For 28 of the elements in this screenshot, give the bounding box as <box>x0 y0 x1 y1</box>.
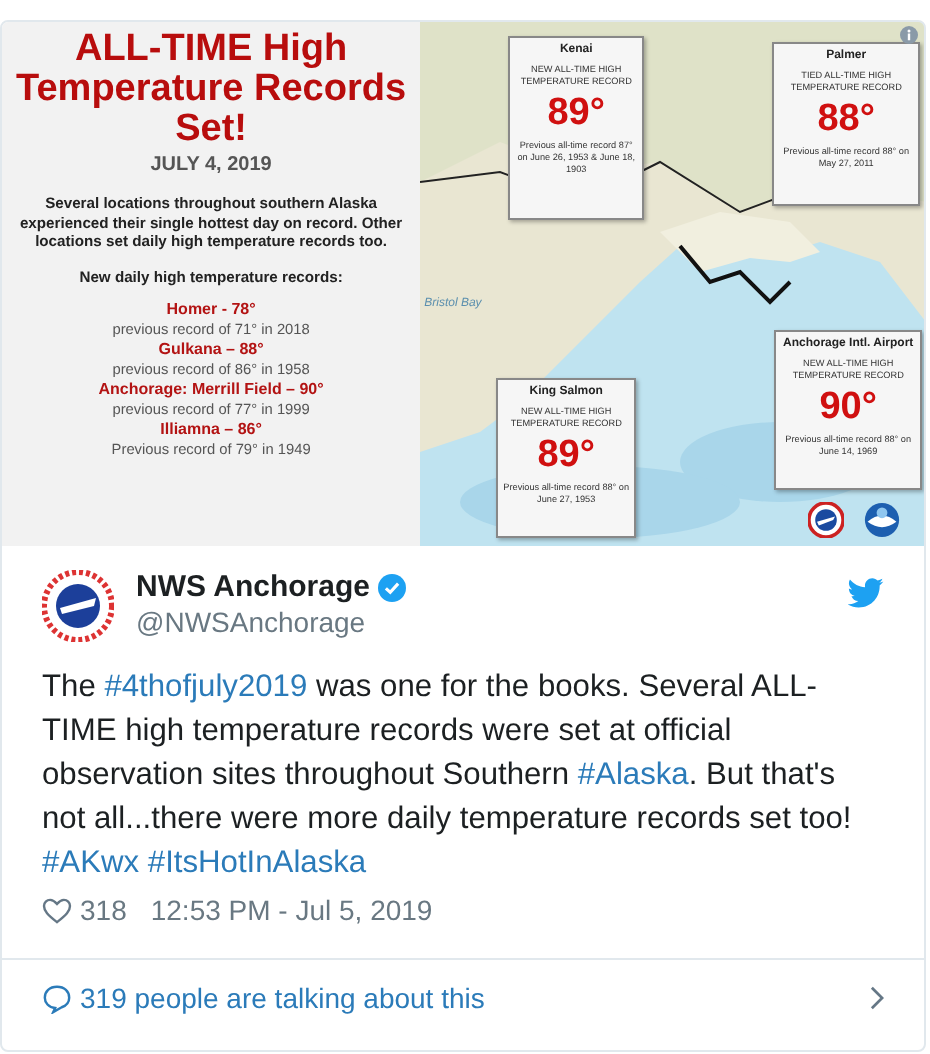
conversation-link[interactable]: 319 people are talking about this <box>80 982 870 1014</box>
author-handle[interactable]: @NWSAnchorage <box>136 606 848 638</box>
chevron-right-icon[interactable] <box>870 986 884 1010</box>
graphic-date: JULY 4, 2019 <box>150 154 272 176</box>
station-record: Anchorage: Merrill Field – 90° <box>98 379 324 399</box>
comment-icon <box>42 983 72 1013</box>
tweet-text: The #4thofjuly2019 was one for the books. Several ALL-TIME high temperature records were set at official observation sites throughout Southern #Alaska. But that's not all...there were more daily temperature records set too! #AKwx #ItsHotInAlaska <box>42 668 854 884</box>
hashtag-link[interactable]: #AKwx <box>42 846 140 880</box>
hashtag-link[interactable]: #ItsHotInAlaska <box>147 846 367 880</box>
info-icon[interactable] <box>900 26 918 44</box>
temperature: 89° <box>537 434 595 478</box>
emblem-icon <box>864 502 901 538</box>
temperature: 90° <box>819 386 877 430</box>
like-count: 318 <box>80 894 127 926</box>
hashtag-link[interactable]: #Alaska <box>577 758 689 792</box>
station-record: Illiamna – 86° <box>160 419 262 439</box>
heart-icon[interactable] <box>42 897 72 923</box>
author-name[interactable]: NWS Anchorage <box>136 570 370 604</box>
station-record: Gulkana – 88° <box>158 339 264 359</box>
avatar-icon[interactable] <box>42 570 114 642</box>
graphic-title: ALL-TIME High Temperature Records Set! <box>14 30 409 150</box>
temperature: 89° <box>547 92 605 136</box>
station-record: Homer - 78° <box>166 299 256 319</box>
hashtag-link[interactable]: #4thofjuly2019 <box>104 670 308 704</box>
temperature: 88° <box>817 98 875 142</box>
tweet-time[interactable]: 12:53 PM - Jul 5, 2019 <box>150 894 433 926</box>
emblem-icon <box>808 502 845 538</box>
bird-icon[interactable] <box>848 578 884 608</box>
